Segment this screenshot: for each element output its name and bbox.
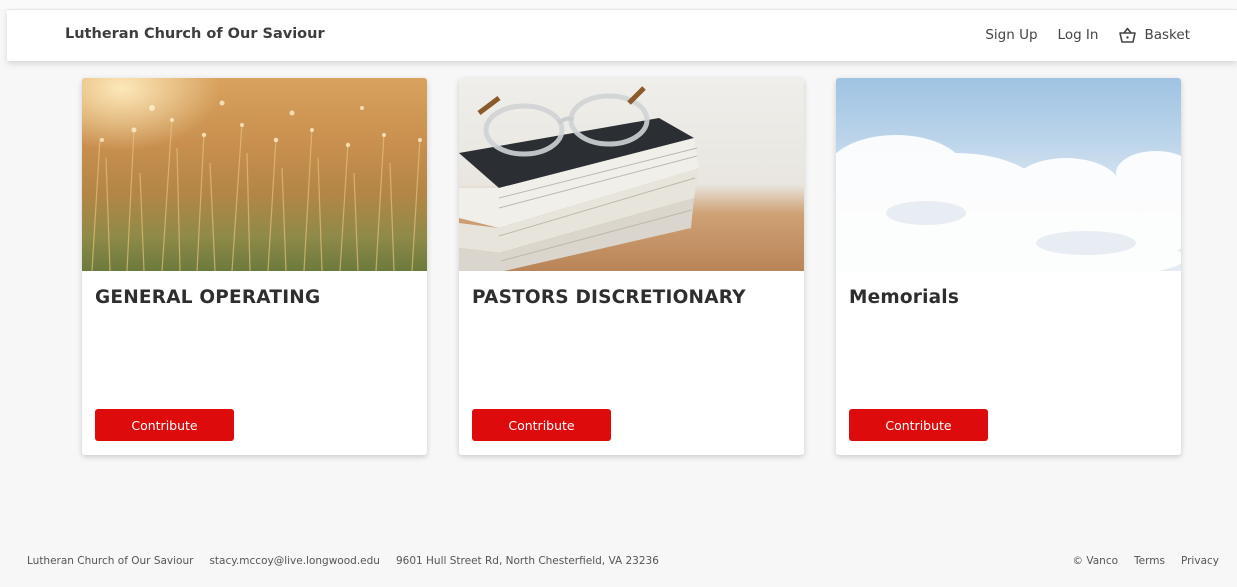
footer-links: © Vanco Terms Privacy	[1073, 555, 1219, 567]
privacy-link[interactable]: Privacy	[1181, 555, 1219, 567]
sign-up-link[interactable]: Sign Up	[985, 27, 1037, 43]
footer-org-name: Lutheran Church of Our Saviour	[27, 555, 194, 567]
footer-email-link[interactable]: stacy.mccoy@live.longwood.edu	[209, 555, 380, 567]
header-nav: Sign Up Log In Basket	[985, 27, 1190, 43]
site-header: Lutheran Church of Our Saviour Sign Up L…	[7, 9, 1237, 61]
fund-card-memorials[interactable]: Memorials Contribute	[836, 78, 1181, 455]
fund-card-general-operating[interactable]: GENERAL OPERATING Contribute	[82, 78, 427, 455]
fund-title: GENERAL OPERATING	[95, 287, 321, 308]
basket-label: Basket	[1144, 27, 1190, 43]
books-and-glasses-image	[459, 78, 804, 271]
fund-title: Memorials	[849, 287, 960, 308]
site-footer: Lutheran Church of Our Saviour stacy.mcc…	[0, 552, 1237, 572]
fund-title: PASTORS DISCRETIONARY	[472, 287, 746, 308]
basket-button[interactable]: Basket	[1118, 27, 1190, 43]
top-strip	[0, 0, 1237, 9]
contribute-button[interactable]: Contribute	[95, 409, 234, 441]
vanco-link[interactable]: © Vanco	[1073, 555, 1119, 567]
footer-contact: Lutheran Church of Our Saviour stacy.mcc…	[27, 555, 659, 567]
contribute-button[interactable]: Contribute	[849, 409, 988, 441]
fund-card-pastors-discretionary[interactable]: PASTORS DISCRETIONARY Contribute	[459, 78, 804, 455]
log-in-link[interactable]: Log In	[1058, 27, 1099, 43]
grass-field-image	[82, 78, 427, 271]
terms-link[interactable]: Terms	[1134, 555, 1165, 567]
contribute-button[interactable]: Contribute	[472, 409, 611, 441]
footer-address: 9601 Hull Street Rd, North Chesterfield,…	[395, 555, 659, 567]
basket-icon	[1118, 27, 1137, 43]
site-brand[interactable]: Lutheran Church of Our Saviour	[65, 26, 325, 42]
clouds-image	[836, 78, 1181, 271]
